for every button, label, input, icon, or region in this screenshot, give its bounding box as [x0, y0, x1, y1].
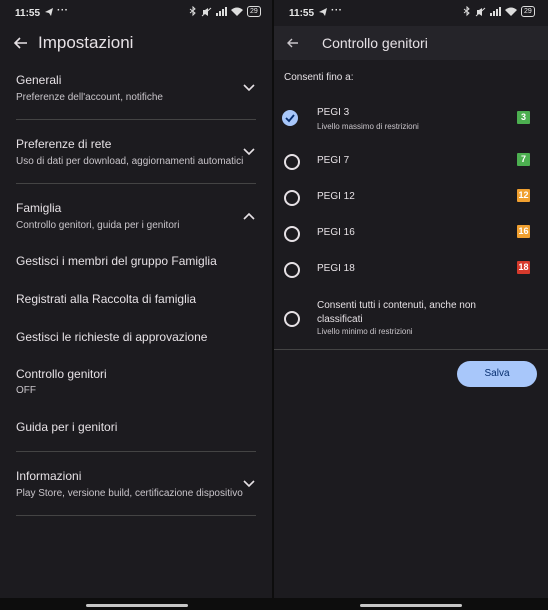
option-sublabel: Livello massimo di restrizioni — [317, 122, 419, 131]
family-item-approval-requests[interactable]: Gestisci le richieste di approvazione — [16, 330, 256, 344]
family-item-parents-guide[interactable]: Guida per i genitori — [16, 420, 256, 434]
app-bar: Impostazioni — [0, 26, 272, 60]
status-time: 11:55 — [289, 8, 315, 19]
section-title: Informazioni — [16, 469, 82, 483]
chevron-up-icon[interactable] — [242, 209, 256, 223]
status-bar: 11:55 ··· 29 — [0, 0, 272, 26]
pegi-16-badge-icon: 16 — [517, 225, 530, 238]
option-sublabel: Livello minimo di restrizioni — [317, 327, 413, 336]
section-subtitle: Controllo genitori, guida per i genitori — [16, 220, 180, 231]
section-title: Famiglia — [16, 201, 62, 215]
family-item-family-library[interactable]: Registrati alla Raccolta di famiglia — [16, 292, 256, 306]
radio-unchecked-icon[interactable] — [284, 226, 300, 242]
section-famiglia[interactable]: Famiglia Controllo genitori, guida per i… — [16, 201, 256, 231]
section-title: Generali — [16, 73, 62, 87]
section-subtitle: Preferenze dell'account, notifiche — [16, 92, 163, 103]
home-gesture-handle[interactable] — [86, 604, 188, 607]
option-label: PEGI 7 — [317, 155, 350, 166]
radio-checked-icon[interactable] — [282, 110, 298, 126]
rating-option-pegi-12[interactable]: PEGI 12 12 — [274, 182, 548, 212]
page-title: Controllo genitori — [322, 35, 428, 51]
status-bar: 11:55 ··· 29 — [274, 0, 548, 26]
chevron-down-icon[interactable] — [242, 81, 256, 95]
pegi-12-badge-icon: 12 — [517, 189, 530, 202]
option-label: Consenti tutti i contenuti, anche non cl… — [317, 300, 476, 325]
wifi-icon — [505, 7, 517, 16]
send-icon — [44, 7, 54, 20]
option-label: PEGI 12 — [317, 191, 355, 202]
rating-option-pegi-7[interactable]: PEGI 7 7 — [274, 146, 548, 176]
section-subtitle: Uso di dati per download, aggiornamenti … — [16, 156, 244, 167]
section-informazioni[interactable]: Informazioni Play Store, versione build,… — [16, 469, 256, 499]
bluetooth-icon — [189, 6, 196, 17]
section-title: Preferenze di rete — [16, 137, 112, 151]
gesture-nav-bar — [0, 598, 272, 610]
radio-unchecked-icon[interactable] — [284, 154, 300, 170]
divider — [16, 119, 256, 120]
section-preferenze-rete[interactable]: Preferenze di rete Uso di dati per downl… — [16, 137, 256, 167]
bluetooth-icon — [463, 6, 470, 17]
mute-icon — [201, 7, 212, 16]
pegi-3-badge-icon: 3 — [517, 111, 530, 124]
chevron-down-icon[interactable] — [242, 477, 256, 491]
mute-icon — [475, 7, 486, 16]
status-time: 11:55 — [15, 8, 41, 19]
section-generali[interactable]: Generali Preferenze dell'account, notifi… — [16, 73, 256, 103]
family-item-manage-members[interactable]: Gestisci i membri del gruppo Famiglia — [16, 254, 256, 268]
family-item-parental-controls[interactable]: Controllo genitori — [16, 367, 256, 381]
home-gesture-handle[interactable] — [360, 604, 462, 607]
divider — [16, 515, 256, 516]
radio-unchecked-icon[interactable] — [284, 311, 300, 327]
back-arrow-icon[interactable] — [282, 32, 304, 54]
option-label: PEGI 3 — [317, 107, 350, 118]
parental-controls-panel: 11:55 ··· 29 Controllo genitori Consenti… — [274, 0, 548, 610]
radio-unchecked-icon[interactable] — [284, 262, 300, 278]
send-icon — [318, 7, 328, 20]
battery-indicator: 29 — [521, 6, 535, 17]
battery-indicator: 29 — [247, 6, 261, 17]
signal-icon — [490, 7, 501, 16]
pegi-18-badge-icon: 18 — [517, 261, 530, 274]
gesture-nav-bar — [274, 598, 548, 610]
allow-until-label: Consenti fino a: — [284, 72, 354, 83]
pegi-7-badge-icon: 7 — [517, 153, 530, 166]
back-arrow-icon[interactable] — [10, 32, 32, 54]
rating-option-pegi-18[interactable]: PEGI 18 18 — [274, 254, 548, 284]
rating-option-all-content[interactable]: Consenti tutti i contenuti, anche non cl… — [274, 294, 548, 342]
app-bar: Controllo genitori — [274, 26, 548, 60]
divider — [274, 349, 548, 350]
radio-unchecked-icon[interactable] — [284, 190, 300, 206]
page-title: Impostazioni — [38, 33, 134, 52]
more-notifications-icon: ··· — [331, 5, 343, 16]
save-button[interactable]: Salva — [457, 361, 537, 387]
divider — [16, 183, 256, 184]
section-subtitle: Play Store, versione build, certificazio… — [16, 488, 243, 499]
wifi-icon — [231, 7, 243, 16]
divider — [16, 451, 256, 452]
signal-icon — [216, 7, 227, 16]
parental-controls-status: OFF — [16, 385, 36, 396]
option-label: PEGI 18 — [317, 263, 355, 274]
rating-option-pegi-16[interactable]: PEGI 16 16 — [274, 218, 548, 248]
settings-panel: 11:55 ··· 29 Impostazioni Generali Prefe… — [0, 0, 272, 610]
more-notifications-icon: ··· — [57, 5, 69, 16]
chevron-down-icon[interactable] — [242, 145, 256, 159]
rating-option-pegi-3[interactable]: PEGI 3 Livello massimo di restrizioni 3 — [274, 100, 548, 138]
option-label: PEGI 16 — [317, 227, 355, 238]
